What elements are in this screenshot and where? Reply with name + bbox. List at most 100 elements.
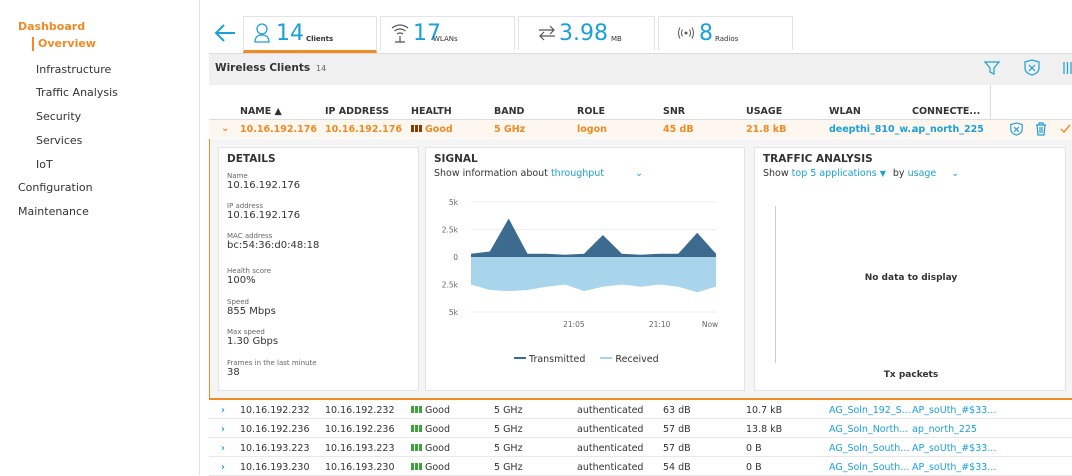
- cell-connected[interactable]: AP_soUth_#$33...: [912, 443, 996, 454]
- no-data-message: No data to display: [864, 273, 958, 283]
- table-row[interactable]: › 10.16.193.223 10.16.193.223 Good 5 GHz…: [209, 439, 1072, 457]
- cell-usage: 0 B: [746, 462, 762, 473]
- field-label: Max speed: [227, 328, 265, 336]
- chevron-right-icon[interactable]: ›: [221, 443, 225, 454]
- cell-wlan[interactable]: AG_Soln_South...: [829, 443, 909, 454]
- cell-ip: 10.16.192.176: [325, 124, 402, 135]
- table-row[interactable]: › 10.16.192.232 10.16.192.232 Good 5 GHz…: [209, 401, 1072, 419]
- col-role[interactable]: ROLE: [577, 106, 605, 117]
- col-band[interactable]: BAND: [494, 106, 524, 117]
- cell-band: 5 GHz: [494, 124, 526, 135]
- cell-snr: 57 dB: [663, 424, 691, 435]
- nav-services[interactable]: Services: [36, 134, 82, 147]
- tab-usage[interactable]: 3.98 MB: [518, 16, 655, 50]
- cell-connected[interactable]: ap_north_225: [912, 124, 984, 135]
- chevron-down-icon[interactable]: ⌄: [221, 123, 229, 134]
- col-health[interactable]: HEALTH: [411, 106, 452, 117]
- cell-name: 10.16.192.232: [240, 405, 310, 416]
- cell-wlan[interactable]: AG_Soln_192_S...: [829, 405, 911, 416]
- tab-radios[interactable]: 8 Radios: [658, 16, 793, 50]
- x-tick-label: 21:05: [563, 320, 585, 329]
- nav-overview[interactable]: Overview: [32, 37, 96, 51]
- col-connected[interactable]: CONNECTE...: [912, 106, 980, 117]
- filter-icon[interactable]: [984, 60, 1000, 76]
- x-tick-label: Now: [702, 320, 718, 329]
- y-tick-label: 2.5k: [442, 226, 459, 235]
- cell-usage: 21.8 kB: [746, 124, 787, 135]
- cell-ip: 10.16.192.232: [325, 405, 395, 416]
- col-name[interactable]: NAME ▲: [240, 106, 282, 117]
- block-icon[interactable]: [1010, 122, 1023, 136]
- cell-name: 10.16.192.236: [240, 424, 310, 435]
- applications-dropdown[interactable]: top 5 applications: [792, 168, 877, 179]
- signal-selector-row: Show information about throughput ⌄: [434, 168, 643, 179]
- traffic-xlabel: Tx packets: [883, 370, 939, 380]
- tab-clients[interactable]: 14 Clients: [243, 16, 377, 53]
- traffic-by: by: [892, 168, 905, 179]
- radios-label: Radios: [715, 35, 739, 43]
- cell-health: Good: [411, 462, 450, 473]
- checkmark-icon[interactable]: [1060, 124, 1071, 134]
- cell-band: 5 GHz: [494, 424, 523, 435]
- cell-wlan[interactable]: AG_Soln_South...: [829, 462, 909, 473]
- legend-rx[interactable]: Received: [615, 354, 658, 365]
- series-area-received: [471, 257, 716, 293]
- cell-role: authenticated: [577, 443, 644, 454]
- block-client-icon[interactable]: [1024, 59, 1040, 76]
- chevron-down-icon[interactable]: ▼: [880, 169, 886, 178]
- chevron-right-icon[interactable]: ›: [221, 462, 225, 473]
- field-label: Health score: [227, 267, 272, 275]
- table-row-selected[interactable]: ⌄ 10.16.192.176 10.16.192.176 Good 5 GHz…: [209, 120, 1072, 138]
- cell-wlan[interactable]: deepthi_810_w...: [829, 124, 918, 135]
- chevron-down-icon[interactable]: ⌄: [635, 168, 643, 179]
- cell-connected[interactable]: AP_soUth_#$33...: [912, 462, 996, 473]
- y-tick-label: 0: [453, 253, 458, 262]
- cell-usage: 0 B: [746, 443, 762, 454]
- cell-role: authenticated: [577, 462, 644, 473]
- nav-traffic-analysis[interactable]: Traffic Analysis: [36, 86, 118, 99]
- health-bars-icon: [411, 406, 422, 413]
- cell-connected[interactable]: AP_soUth_#$33...: [912, 405, 996, 416]
- clients-label: Clients: [306, 35, 334, 43]
- radio-icon: [678, 27, 694, 39]
- table-row[interactable]: › 10.16.193.230 10.16.193.230 Good 5 GHz…: [209, 458, 1072, 476]
- table-header: NAME ▲ IP ADDRESS HEALTH BAND ROLE SNR U…: [209, 102, 1072, 120]
- cell-role: logon: [577, 124, 607, 135]
- nav-maintenance[interactable]: Maintenance: [18, 205, 89, 218]
- nav-infrastructure[interactable]: Infrastructure: [36, 63, 111, 76]
- nav-iot[interactable]: IoT: [36, 158, 53, 171]
- tab-wlans[interactable]: 17 WLANs: [380, 16, 515, 50]
- nav-configuration[interactable]: Configuration: [18, 181, 93, 194]
- health-text: Good: [425, 462, 451, 473]
- back-arrow-icon[interactable]: [213, 22, 237, 44]
- cell-connected[interactable]: ap_north_225: [912, 424, 977, 435]
- cell-ip: 10.16.192.236: [325, 424, 395, 435]
- nav-dashboard[interactable]: Dashboard: [18, 20, 85, 33]
- col-usage[interactable]: USAGE: [746, 106, 782, 117]
- cell-name: 10.16.193.223: [240, 443, 310, 454]
- details-panel: DETAILS Name 10.16.192.176 IP address 10…: [218, 147, 419, 391]
- delete-icon[interactable]: [1035, 122, 1047, 136]
- legend-tx[interactable]: Transmitted: [529, 354, 585, 365]
- table-row[interactable]: › 10.16.192.236 10.16.192.236 Good 5 GHz…: [209, 420, 1072, 438]
- columns-icon[interactable]: [1063, 61, 1072, 75]
- chevron-right-icon[interactable]: ›: [221, 424, 225, 435]
- chevron-right-icon[interactable]: ›: [221, 405, 225, 416]
- cell-wlan[interactable]: AG_Soln_North...: [829, 424, 908, 435]
- field-label: Frames in the last minute: [227, 359, 317, 367]
- signal-prefix: Show information about: [434, 168, 548, 179]
- health-text: Good: [425, 424, 451, 435]
- chevron-down-icon[interactable]: ⌄: [951, 168, 959, 179]
- col-ip[interactable]: IP ADDRESS: [325, 106, 389, 117]
- throughput-dropdown[interactable]: throughput: [551, 168, 604, 179]
- signal-title: SIGNAL: [434, 153, 478, 165]
- signal-legend: Transmitted Received: [514, 354, 659, 365]
- nav-security[interactable]: Security: [36, 110, 81, 123]
- usage-dropdown[interactable]: usage: [908, 168, 937, 179]
- field-value: 100%: [227, 275, 256, 286]
- col-snr[interactable]: SNR: [663, 106, 685, 117]
- cell-band: 5 GHz: [494, 443, 523, 454]
- col-wlan[interactable]: WLAN: [829, 106, 861, 117]
- y-tick-label: 5k: [449, 308, 459, 317]
- cell-health: Good: [411, 405, 450, 416]
